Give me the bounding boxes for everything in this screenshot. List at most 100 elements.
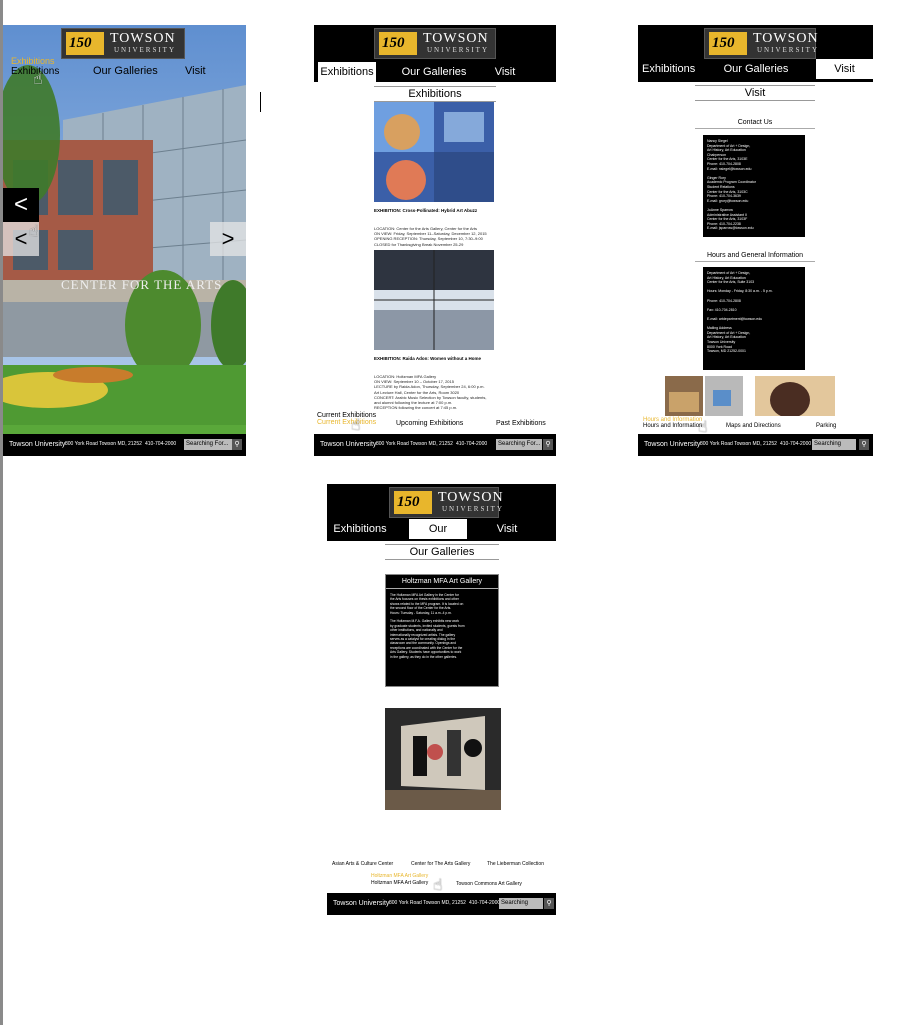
search-input[interactable]: Searching For... — [812, 439, 856, 456]
footer-name: Towson University — [333, 900, 390, 907]
exhibit1-details: LOCATION: Center for the Arts Gallery, C… — [374, 226, 487, 247]
exhibit1-title: EXHIBITION: Cross-Pollinated: Hybrid Art… — [374, 208, 478, 213]
gallery-link-lieberman[interactable]: The Lieberman Collection — [487, 861, 544, 867]
search-icon[interactable]: ⚲ — [232, 439, 242, 450]
footer-name: Towson University — [320, 441, 377, 448]
footer-address: 800 York Road Towson MD, 21252 — [389, 900, 466, 906]
exhibit2-details: LOCATION: Holtzman MFA Gallery ON VIEW: … — [374, 374, 487, 411]
nav-our-galleries[interactable]: Our Galleries — [722, 59, 790, 79]
hours-heading: Hours and General Information — [695, 251, 815, 262]
nav-our-galleries[interactable]: Our Galleries — [409, 519, 467, 555]
exhibit1-image — [374, 102, 494, 202]
gallery-link-asian-arts[interactable]: Asian Arts & Culture Center — [332, 861, 393, 867]
footer-address: 800 York Road Towson MD, 21252 — [376, 441, 453, 447]
search-icon[interactable]: ⚲ — [859, 439, 869, 450]
section-title: Exhibitions — [374, 86, 496, 102]
nav-exhibitions[interactable]: Exhibitions — [318, 62, 376, 82]
nav-visit[interactable]: Visit — [492, 519, 522, 539]
pointer-hand-icon: ☝ — [351, 417, 361, 434]
gallery-link-holtzman-hover: Holtzman MFA Art Gallery — [371, 873, 429, 879]
brand-name: TOWSON — [423, 31, 489, 46]
brand-sub: UNIVERSITY — [114, 46, 176, 54]
tab-hours-information[interactable]: Hours and Information — [643, 423, 702, 429]
contact-heading: Contact Us — [695, 118, 815, 129]
footer-phone: 410-704-2000 — [469, 900, 501, 906]
gallery-heading: Holtzman MFA Art Gallery — [386, 578, 498, 589]
footer: Towson University 800 York Road Towson M… — [638, 434, 873, 456]
tab-upcoming-exhibitions[interactable]: Upcoming Exhibitions — [396, 420, 463, 427]
anniversary-badge: 150 — [66, 32, 104, 55]
footer-name: Towson University — [9, 441, 66, 448]
section-title: Our Galleries — [385, 544, 499, 560]
section-title: Visit — [695, 85, 815, 101]
hours-box: Department of Art + Design, Art History,… — [703, 267, 805, 370]
gallery-link-holtzman[interactable]: Holtzman MFA Art Gallery — [371, 880, 428, 886]
contact-box: Nancy Siegel Department of Art + Design,… — [703, 135, 805, 237]
pointer-hand-icon: ☝ — [33, 71, 43, 88]
towson-logo[interactable]: 150 TOWSON UNIVERSITY — [704, 28, 819, 59]
nav-exhibitions[interactable]: Exhibitions — [331, 519, 389, 539]
footer: Towson University 800 York Road Towson M… — [3, 434, 246, 456]
exhibit2-image — [374, 250, 494, 350]
main-nav: Exhibitions Our Galleries Visit — [327, 519, 556, 555]
footer-phone: 410-704-2000 — [145, 441, 177, 447]
text-cursor — [260, 92, 261, 112]
carousel-next-button[interactable]: > — [210, 222, 246, 256]
towson-logo[interactable]: 150 TOWSON UNIVERSITY — [389, 487, 503, 518]
footer-name: Towson University — [644, 441, 701, 448]
brand-sub: UNIVERSITY — [757, 46, 819, 54]
nav-visit[interactable]: Visit — [185, 65, 206, 77]
anniversary-badge: 150 — [709, 32, 747, 55]
search-input[interactable]: Searching For... — [184, 439, 232, 450]
nav-exhibitions-hover: Exhibitions — [11, 56, 55, 66]
towson-logo[interactable]: 150 TOWSON UNIVERSITY — [61, 28, 185, 59]
gallery-link-towson-commons[interactable]: Towson Commons Art Gallery — [456, 881, 522, 887]
tab-past-exhibitions[interactable]: Past Exhibitions — [496, 420, 546, 427]
home-page-mockup: CENTER FOR THE ARTS 150 TOWSON UNIVERSIT… — [3, 25, 246, 456]
brand-name: TOWSON — [110, 31, 176, 46]
brand-name: TOWSON — [438, 490, 504, 505]
gallery-info-box: Holtzman MFA Art Gallery The Holtzman MF… — [385, 574, 499, 687]
anniversary-badge: 150 — [379, 32, 417, 55]
nav-exhibitions[interactable]: Exhibitions — [642, 59, 695, 79]
nav-visit[interactable]: Visit — [816, 59, 873, 79]
gallery-text: The Holtzman MFA Art Gallery in the Cent… — [390, 593, 465, 659]
search-input[interactable]: Searching For... — [499, 898, 543, 915]
footer-address: 800 York Road Towson MD, 21252 — [700, 441, 777, 447]
nav-our-galleries[interactable]: Our Galleries — [394, 62, 474, 82]
building-sign: CENTER FOR THE ARTS — [61, 277, 223, 292]
footer-phone: 410-704-2000 — [456, 441, 488, 447]
brand-sub: UNIVERSITY — [427, 46, 489, 54]
anniversary-badge: 150 — [394, 491, 432, 514]
search-icon[interactable]: ⚲ — [543, 439, 553, 450]
header: 150 TOWSON UNIVERSITY Exhibitions Our Ga… — [638, 25, 873, 82]
header: 150 TOWSON UNIVERSITY Exhibitions Our Ga… — [314, 25, 556, 82]
brand-name: TOWSON — [753, 31, 819, 46]
visit-page-mockup: 150 TOWSON UNIVERSITY Exhibitions Our Ga… — [638, 25, 873, 456]
header: 150 TOWSON UNIVERSITY Exhibitions Our Ga… — [327, 484, 556, 555]
footer-phone: 410-704-2000 — [780, 441, 812, 447]
visit-photos — [665, 376, 835, 416]
search-input[interactable]: Searching For... — [496, 439, 542, 450]
brand-sub: UNIVERSITY — [442, 505, 504, 513]
nav-visit[interactable]: Visit — [490, 62, 520, 82]
search-icon[interactable]: ⚲ — [544, 898, 554, 909]
footer-address: 800 York Road Towson MD, 21252 — [65, 441, 142, 447]
main-nav: Exhibitions Our Galleries Visit — [638, 59, 873, 79]
gallery-photo — [385, 708, 501, 810]
galleries-page-mockup: 150 TOWSON UNIVERSITY Exhibitions Our Ga… — [327, 484, 556, 915]
carousel-prev-active-button[interactable]: < — [3, 188, 39, 222]
exhibitions-page-mockup: 150 TOWSON UNIVERSITY Exhibitions Our Ga… — [314, 25, 556, 456]
tab-current-exhibitions-hover: Current Exhibitions — [317, 419, 377, 426]
towson-logo[interactable]: 150 TOWSON UNIVERSITY — [374, 28, 496, 59]
gallery-link-center-for-arts[interactable]: Center for The Arts Gallery — [411, 861, 470, 867]
tab-current-exhibitions[interactable]: Current Exhibitions — [317, 412, 376, 419]
nav-our-galleries[interactable]: Our Galleries — [93, 65, 158, 77]
main-nav: Exhibitions Our Galleries Visit — [314, 62, 556, 82]
footer: Towson University 800 York Road Towson M… — [314, 434, 556, 456]
pointer-hand-icon: ☝ — [29, 223, 39, 240]
footer: Towson University 800 York Road Towson M… — [327, 893, 556, 915]
tab-maps-directions[interactable]: Maps and Directions — [726, 423, 781, 429]
tab-parking[interactable]: Parking — [816, 423, 836, 429]
exhibit2-title: EXHIBITION: Raida Adon: Women without a … — [374, 356, 482, 361]
